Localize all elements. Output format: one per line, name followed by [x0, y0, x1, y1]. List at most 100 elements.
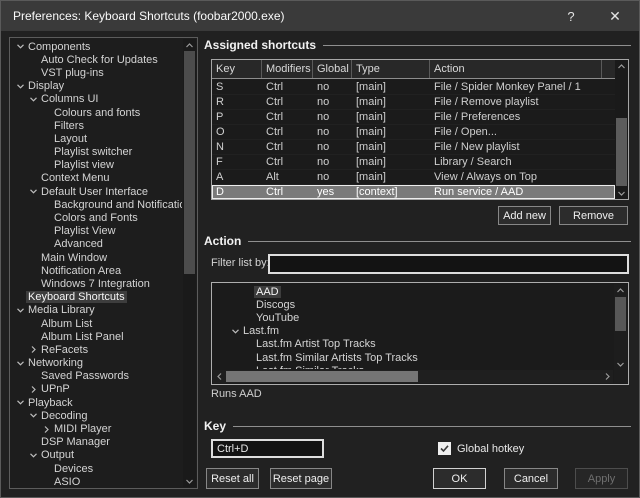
tree-item-discogs[interactable]: Discogs [213, 298, 613, 311]
scroll-down-icon[interactable] [614, 358, 627, 370]
cancel-button[interactable]: Cancel [504, 468, 558, 489]
tree-item-aad[interactable]: AAD [213, 285, 613, 298]
shortcut-row-r[interactable]: RCtrlno[main]File / Remove playlist [212, 95, 615, 110]
chevron-down-icon[interactable] [14, 306, 26, 315]
shortcut-row-o[interactable]: OCtrlno[main]File / Open... [212, 125, 615, 140]
ok-button[interactable]: OK [433, 468, 486, 489]
table-scrollbar[interactable] [615, 60, 628, 199]
table-scrollbar-thumb[interactable] [616, 118, 627, 186]
tree-item-colours-and-fonts[interactable]: Colours and fonts [11, 106, 182, 119]
tree-item-advanced[interactable]: Advanced [11, 238, 182, 251]
action-hscrollbar-thumb[interactable] [226, 371, 418, 382]
shortcuts-table: KeyModifiersGlobalTypeAction SCtrlno[mai… [211, 59, 629, 200]
chevron-right-icon[interactable] [40, 425, 52, 434]
tree-item-output[interactable]: Output [11, 449, 182, 462]
column-header-modifiers[interactable]: Modifiers [262, 60, 313, 78]
chevron-down-icon[interactable] [14, 359, 26, 368]
column-header-action[interactable]: Action [430, 60, 602, 78]
tree-item-auto-check-for-updates[interactable]: Auto Check for Updates [11, 53, 182, 66]
tree-item-main-window[interactable]: Main Window [11, 251, 182, 264]
tree-item-last-fm-artist-top-tracks[interactable]: Last.fm Artist Top Tracks [213, 338, 613, 351]
chevron-right-icon[interactable] [27, 345, 39, 354]
tree-item-last-fm[interactable]: Last.fm [213, 325, 613, 338]
chevron-down-icon[interactable] [229, 327, 241, 336]
chevron-down-icon[interactable] [14, 42, 26, 51]
tree-item-filters[interactable]: Filters [11, 119, 182, 132]
chevron-down-icon[interactable] [27, 187, 39, 196]
scroll-up-icon[interactable] [614, 284, 627, 296]
scroll-up-icon[interactable] [183, 39, 196, 51]
tree-item-last-fm-similar-artists-top-tracks[interactable]: Last.fm Similar Artists Top Tracks [213, 351, 613, 364]
key-input[interactable] [211, 439, 324, 458]
tree-item-columns-ui[interactable]: Columns UI [11, 93, 182, 106]
tree-item-playlist-switcher[interactable]: Playlist switcher [11, 146, 182, 159]
reset-page-button[interactable]: Reset page [270, 468, 332, 489]
tree-item-background-and-notifications[interactable]: Background and Notifications [11, 198, 182, 211]
tree-item-media-library[interactable]: Media Library [11, 304, 182, 317]
chevron-down-icon[interactable] [14, 398, 26, 407]
tree-item-upnp[interactable]: UPnP [11, 383, 182, 396]
scroll-down-icon[interactable] [615, 187, 628, 199]
chevron-down-icon[interactable] [14, 82, 26, 91]
tree-item-display[interactable]: Display [11, 80, 182, 93]
scroll-left-icon[interactable] [213, 370, 225, 383]
tree-item-refacets[interactable]: ReFacets [11, 343, 182, 356]
tree-item-asio[interactable]: ASIO [11, 475, 182, 487]
cell-action: File / Preferences [430, 110, 602, 124]
tree-item-label: Notification Area [39, 265, 123, 277]
shortcut-row-n[interactable]: NCtrlno[main]File / New playlist [212, 140, 615, 155]
tree-item-notification-area[interactable]: Notification Area [11, 264, 182, 277]
tree-item-decoding[interactable]: Decoding [11, 409, 182, 422]
tree-item-vst-plug-ins[interactable]: VST plug-ins [11, 66, 182, 79]
tree-item-windows-7-integration[interactable]: Windows 7 Integration [11, 277, 182, 290]
column-header-key[interactable]: Key [212, 60, 262, 78]
tree-item-album-list[interactable]: Album List [11, 317, 182, 330]
tree-item-layout[interactable]: Layout [11, 132, 182, 145]
tree-item-components[interactable]: Components [11, 40, 182, 53]
tree-item-playback[interactable]: Playback [11, 396, 182, 409]
tree-item-playlist-view[interactable]: Playlist view [11, 159, 182, 172]
column-header-type[interactable]: Type [352, 60, 430, 78]
tree-item-label: Devices [52, 463, 95, 475]
tree-item-dsp-manager[interactable]: DSP Manager [11, 436, 182, 449]
action-list-hscrollbar[interactable] [213, 370, 613, 383]
shortcut-row-p[interactable]: PCtrlno[main]File / Preferences [212, 110, 615, 125]
shortcut-row-f[interactable]: FCtrlno[main]Library / Search [212, 155, 615, 170]
tree-item-context-menu[interactable]: Context Menu [11, 172, 182, 185]
shortcut-row-a[interactable]: AAltno[main]View / Always on Top [212, 170, 615, 185]
tree-item-youtube[interactable]: YouTube [213, 311, 613, 324]
chevron-right-icon[interactable] [27, 385, 39, 394]
shortcut-row-s[interactable]: SCtrlno[main]File / Spider Monkey Panel … [212, 80, 615, 95]
tree-item-devices[interactable]: Devices [11, 462, 182, 475]
column-header-global[interactable]: Global [313, 60, 352, 78]
action-description: Runs AAD [211, 388, 262, 400]
tree-item-keyboard-shortcuts[interactable]: Keyboard Shortcuts [11, 291, 182, 304]
tree-item-colors-and-fonts[interactable]: Colors and Fonts [11, 211, 182, 224]
tree-item-last-fm-similar-tracks[interactable]: Last.fm Similar Tracks [213, 364, 613, 369]
action-scrollbar-thumb[interactable] [615, 297, 626, 331]
tree-scrollbar[interactable] [183, 39, 196, 487]
scroll-right-icon[interactable] [601, 370, 613, 383]
tree-item-networking[interactable]: Networking [11, 357, 182, 370]
tree-item-album-list-panel[interactable]: Album List Panel [11, 330, 182, 343]
shortcut-row-d[interactable]: DCtrlyes[context]Run service / AAD [212, 185, 615, 199]
close-button[interactable]: ✕ [595, 1, 635, 31]
filter-input[interactable] [268, 254, 629, 274]
add-new-button[interactable]: Add new [498, 206, 551, 225]
tree-scrollbar-thumb[interactable] [184, 51, 195, 274]
chevron-down-icon[interactable] [27, 451, 39, 460]
tree-item-playlist-view[interactable]: Playlist View [11, 225, 182, 238]
tree-item-saved-passwords[interactable]: Saved Passwords [11, 370, 182, 383]
chevron-spacer [27, 279, 39, 288]
chevron-down-icon[interactable] [27, 95, 39, 104]
scroll-up-icon[interactable] [615, 60, 628, 72]
scroll-down-icon[interactable] [183, 475, 196, 487]
chevron-down-icon[interactable] [27, 411, 39, 420]
help-button[interactable]: ? [553, 1, 589, 31]
reset-all-button[interactable]: Reset all [206, 468, 259, 489]
tree-item-midi-player[interactable]: MIDI Player [11, 422, 182, 435]
remove-button[interactable]: Remove [559, 206, 628, 225]
action-list-scrollbar[interactable] [614, 284, 627, 370]
tree-item-default-user-interface[interactable]: Default User Interface [11, 185, 182, 198]
global-hotkey-checkbox[interactable]: Global hotkey [438, 441, 524, 456]
